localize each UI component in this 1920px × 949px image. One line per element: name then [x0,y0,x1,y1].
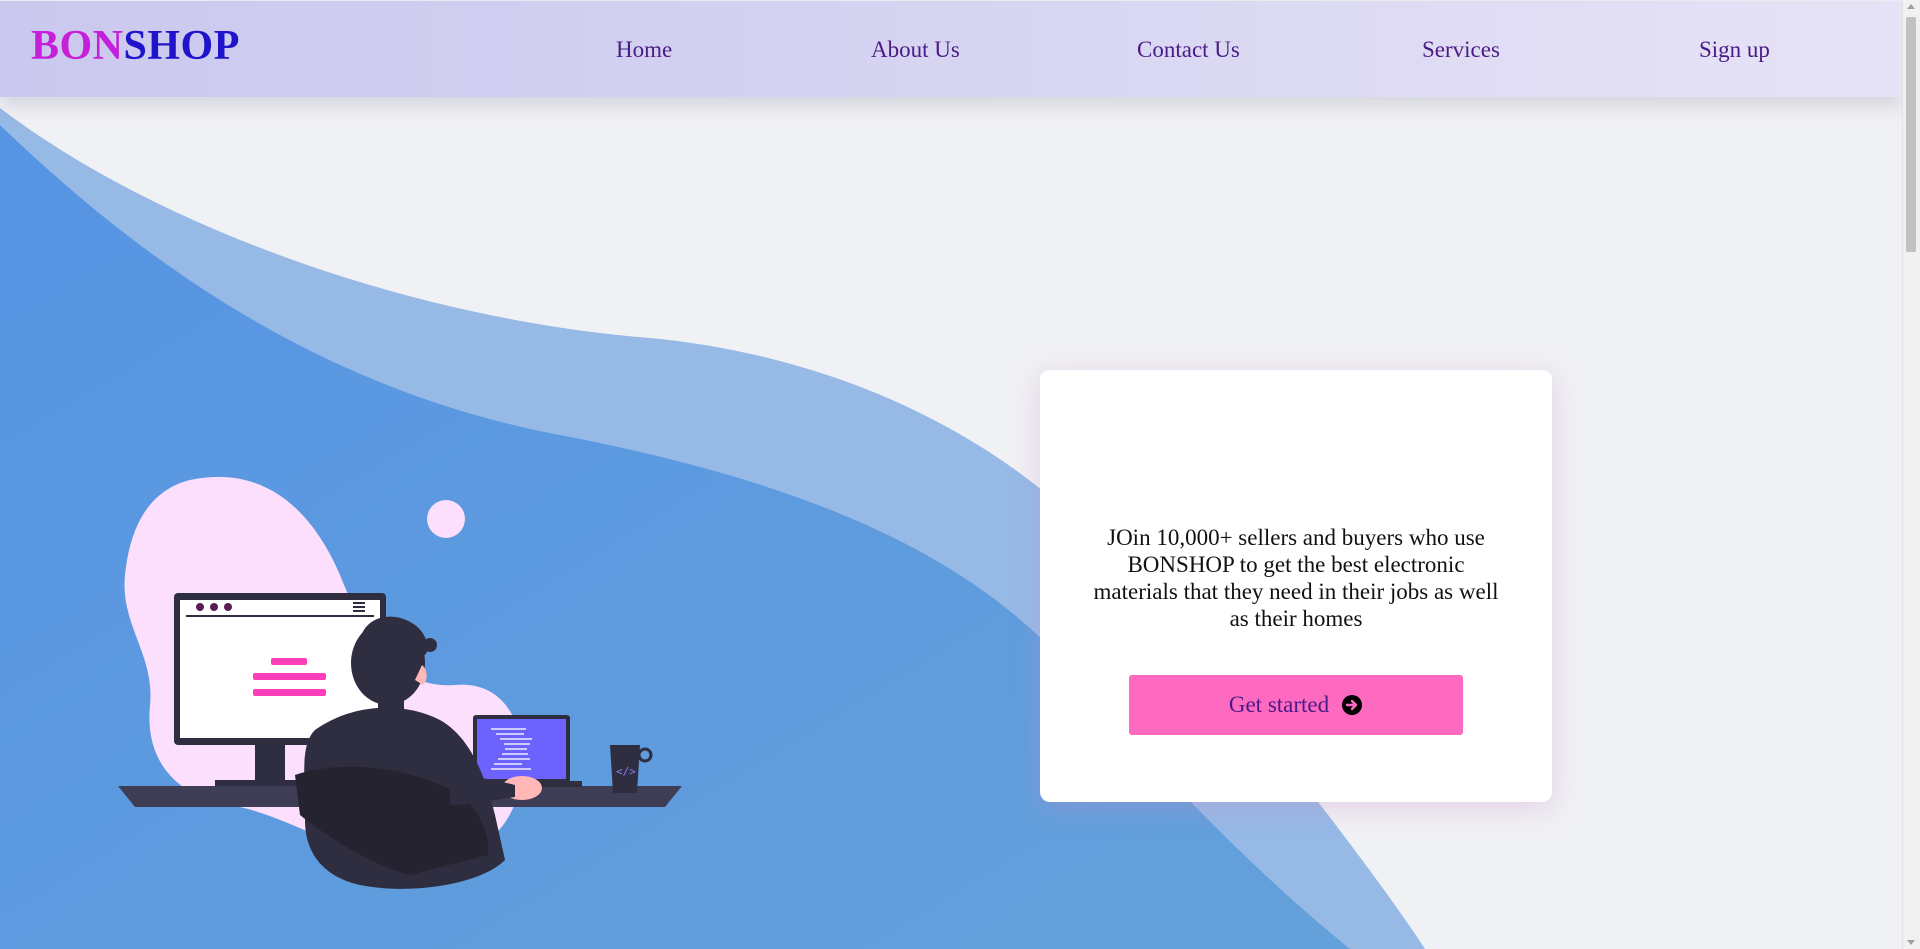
scroll-down-arrow-icon[interactable] [1907,940,1915,945]
nav-link-contact-us[interactable]: Contact Us [1137,37,1240,63]
brand-logo[interactable]: BONSHOP [31,22,240,70]
get-started-button[interactable]: Get started [1129,675,1463,735]
scroll-up-arrow-icon[interactable] [1907,4,1915,9]
nav-link-home[interactable]: Home [616,37,672,63]
nav-link-services[interactable]: Services [1422,37,1500,63]
nav-link-about-us[interactable]: About Us [871,37,960,63]
promo-text: JOin 10,000+ sellers and buyers who use … [1093,525,1499,631]
arrow-circle-right-icon [1342,695,1363,715]
page: BONSHOP Home About Us Contact Us Service… [0,0,1903,949]
blob-bubble [427,500,465,538]
brand-logo-part2: SHOP [123,23,240,69]
monitor-stand [255,745,285,785]
brand-logo-part1: BON [31,23,124,69]
get-started-label: Get started [1228,692,1330,717]
signup-promo-card: JOin 10,000+ sellers and buyers who use … [1040,370,1552,802]
person-at-computer-illustration: </> [118,476,682,889]
vertical-scrollbar[interactable] [1902,0,1920,949]
navbar: BONSHOP Home About Us Contact Us Service… [0,1,1903,97]
scroll-thumb[interactable] [1906,17,1916,252]
svg-text:</>: </> [616,765,636,778]
nav-link-sign-up[interactable]: Sign up [1699,37,1770,63]
